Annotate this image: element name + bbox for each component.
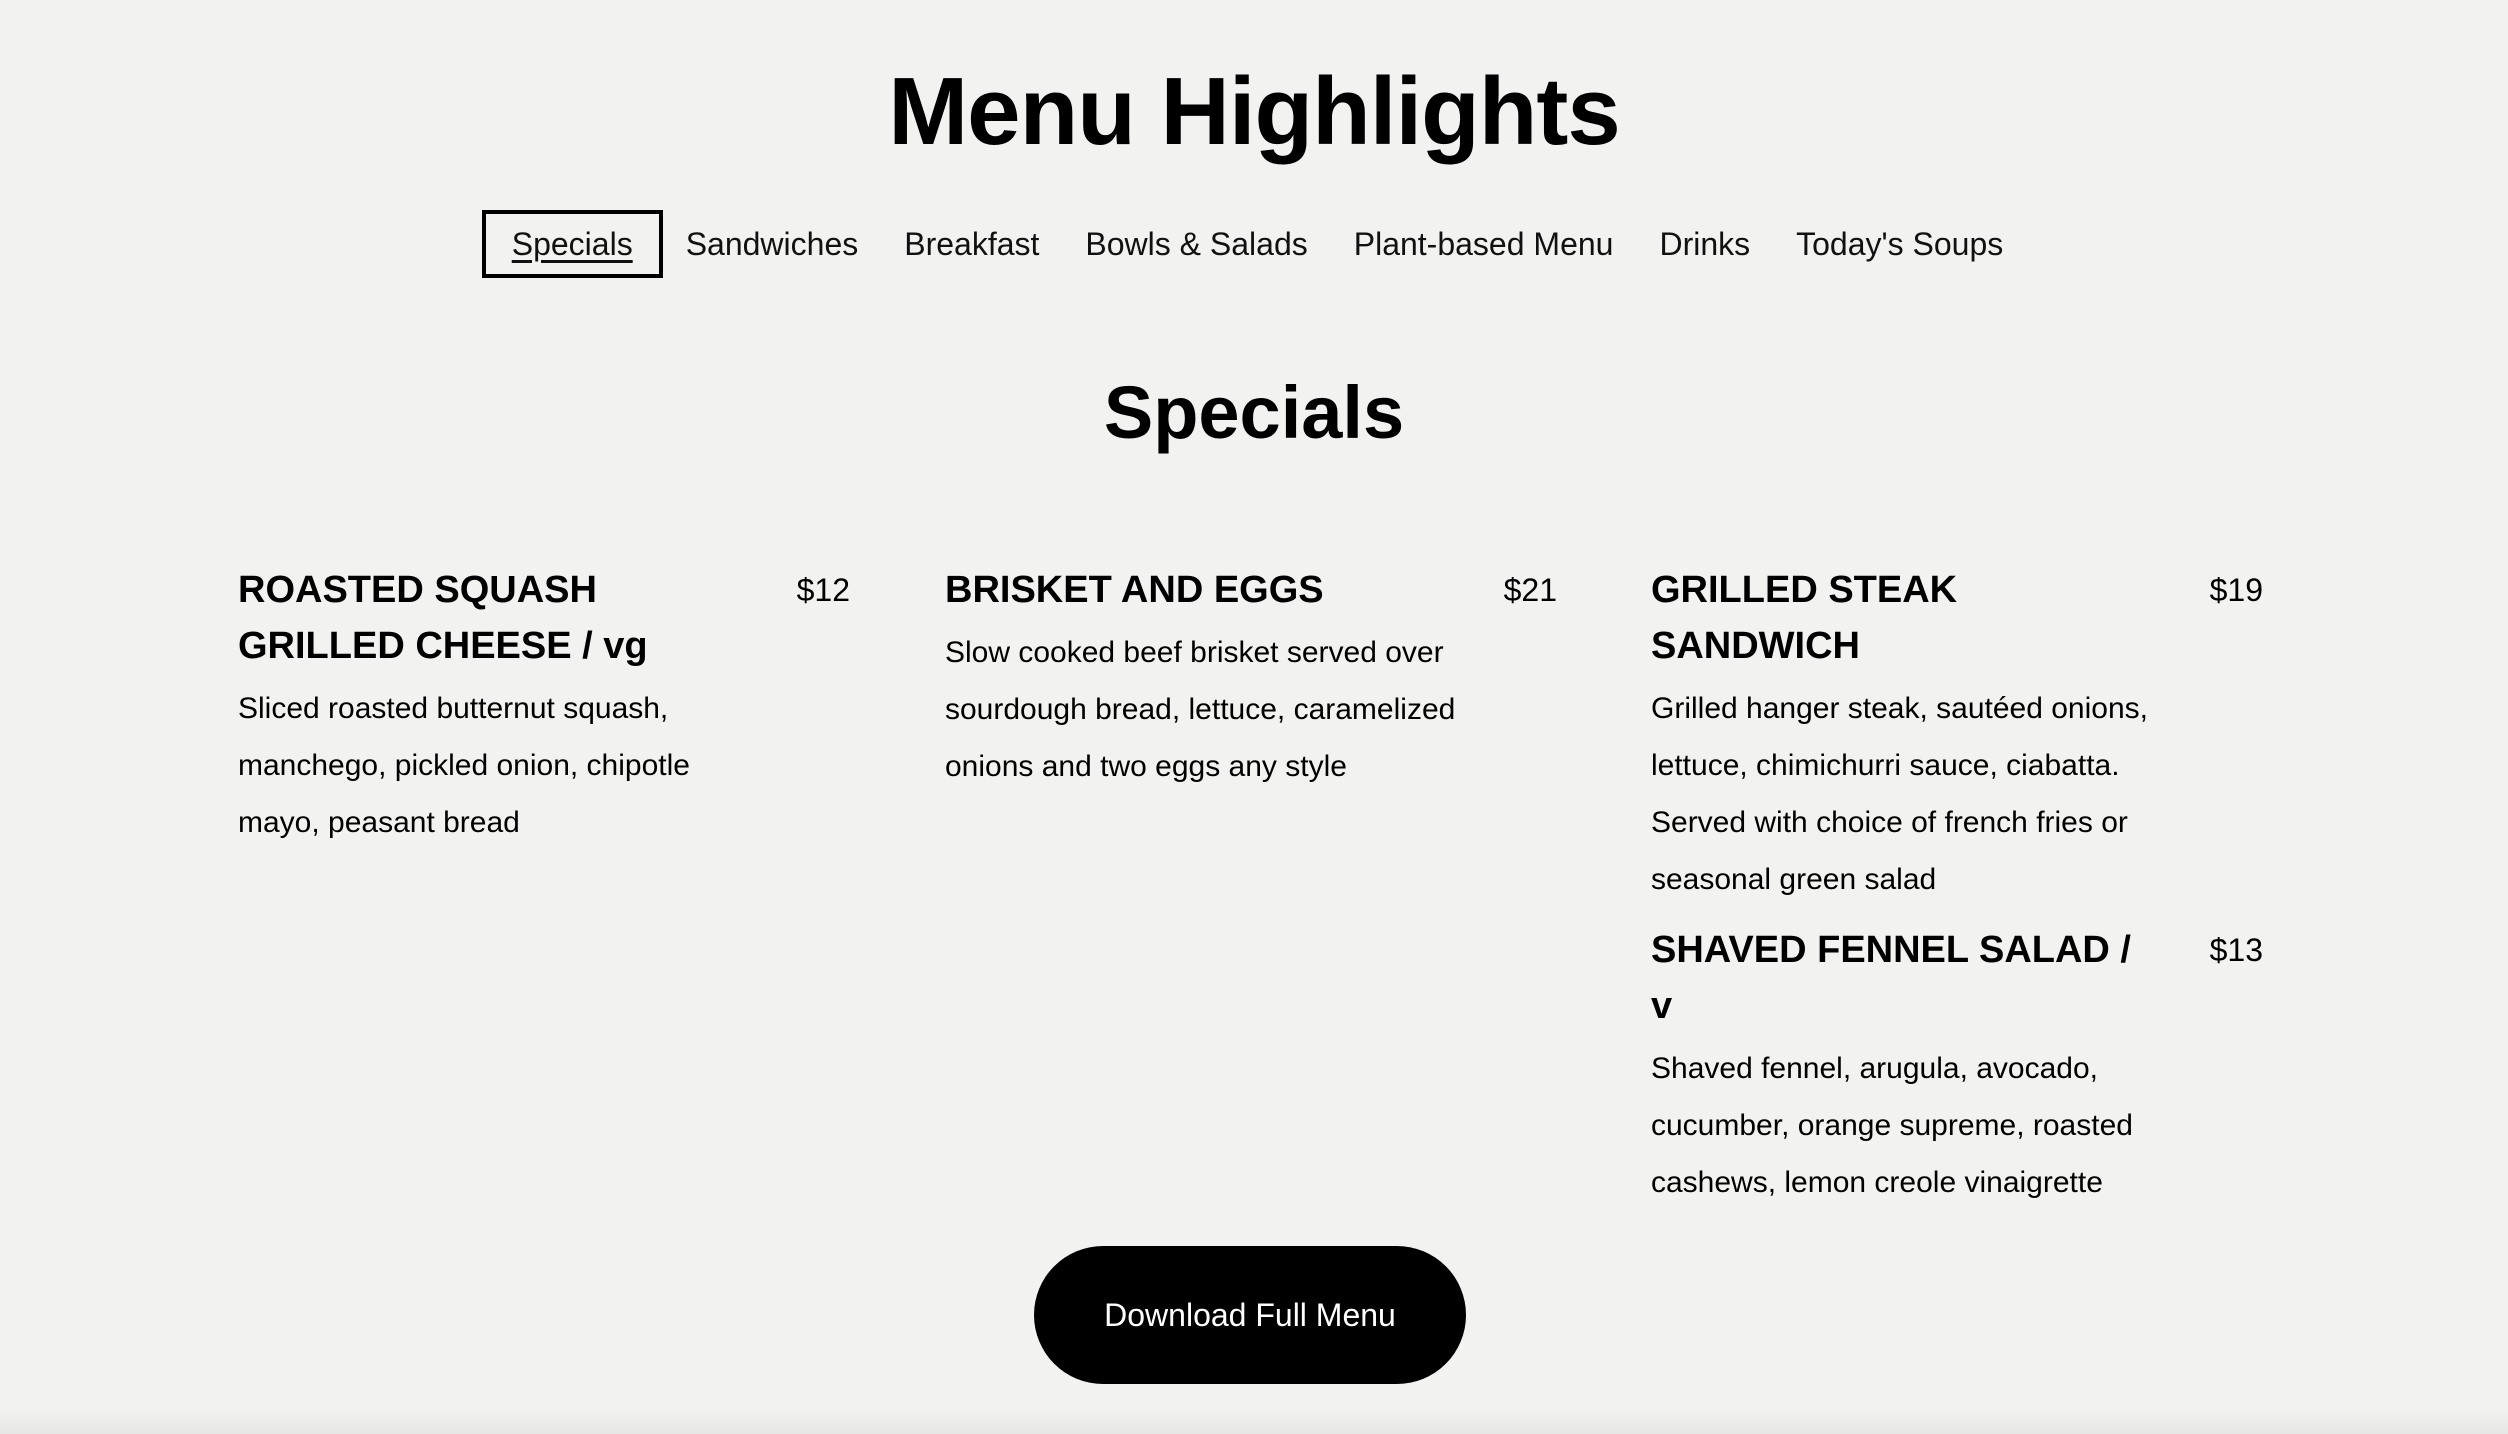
- page-bottom-edge: [0, 1410, 2508, 1434]
- section-title: Specials: [1103, 371, 1405, 454]
- menu-category-tabs: Specials Sandwiches Breakfast Bowls & Sa…: [0, 210, 2508, 278]
- menu-item-description: Shaved fennel, arugula, avocado, cucumbe…: [1651, 1052, 2133, 1199]
- menu-item-roasted-squash: ROASTED SQUASH GRILLED CHEESE / vg $12 S…: [238, 562, 850, 851]
- page-title: Menu Highlights: [888, 58, 1621, 165]
- menu-item-grilled-steak-sandwich: GRILLED STEAK SANDWICH $19 Grilled hange…: [1651, 562, 2263, 908]
- tab-todays-soups[interactable]: Today's Soups: [1773, 210, 2026, 278]
- menu-item-description: Grilled hanger steak, sautéed onions, le…: [1651, 692, 2148, 896]
- menu-item-header: SHAVED FENNEL SALAD / v $13: [1651, 922, 2263, 1034]
- tab-breakfast[interactable]: Breakfast: [881, 210, 1062, 278]
- menu-item-header: GRILLED STEAK SANDWICH $19: [1651, 562, 2263, 674]
- tab-specials[interactable]: Specials: [481, 210, 663, 278]
- tab-drinks[interactable]: Drinks: [1636, 210, 1773, 278]
- tab-plant-based-menu[interactable]: Plant-based Menu: [1331, 210, 1637, 278]
- menu-item-shaved-fennel-salad: SHAVED FENNEL SALAD / v $13 Shaved fenne…: [1651, 922, 2263, 1211]
- menu-item-price: $19: [2209, 572, 2263, 608]
- menu-item-price: $12: [796, 572, 850, 608]
- menu-item-name: ROASTED SQUASH GRILLED CHEESE / vg: [238, 569, 648, 667]
- menu-item-price: $21: [1503, 572, 1557, 608]
- menu-item-header: ROASTED SQUASH GRILLED CHEESE / vg $12: [238, 562, 850, 674]
- menu-item-description: Slow cooked beef brisket served over sou…: [945, 636, 1456, 783]
- menu-item-header: BRISKET AND EGGS $21: [945, 562, 1557, 618]
- menu-item-price: $13: [2209, 932, 2263, 968]
- menu-item-name: GRILLED STEAK SANDWICH: [1651, 569, 1958, 667]
- menu-item-name: SHAVED FENNEL SALAD / v: [1651, 929, 2131, 1027]
- tab-bowls-salads[interactable]: Bowls & Salads: [1062, 210, 1330, 278]
- menu-item-description: Sliced roasted butternut squash, mancheg…: [238, 692, 690, 839]
- download-full-menu-button[interactable]: Download Full Menu: [1034, 1246, 1466, 1384]
- menu-item-brisket-and-eggs: BRISKET AND EGGS $21 Slow cooked beef br…: [945, 562, 1557, 795]
- menu-item-name: BRISKET AND EGGS: [945, 569, 1324, 611]
- tab-sandwiches[interactable]: Sandwiches: [663, 210, 882, 278]
